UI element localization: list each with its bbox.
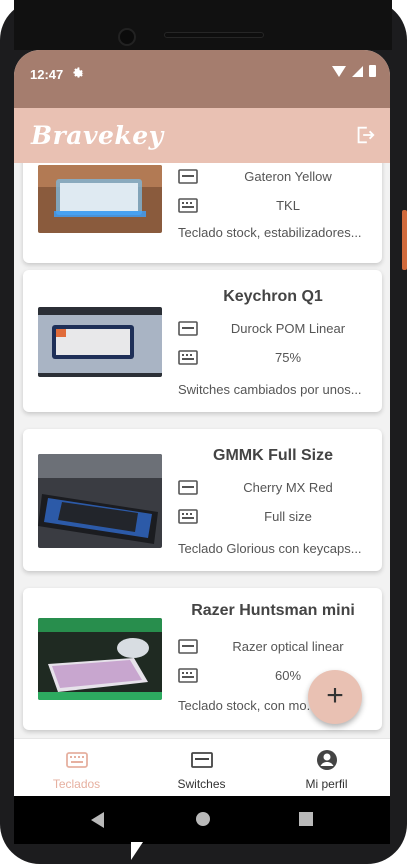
app-title: Bravekey: [31, 121, 164, 150]
switch-row: Gateron Yellow: [178, 167, 373, 187]
app-bar: Bravekey: [14, 108, 390, 163]
switch-row: Cherry MX Red: [178, 478, 373, 498]
home-icon[interactable]: [196, 812, 210, 826]
nav-item-switches[interactable]: Switches: [139, 739, 264, 796]
keyboard-photo: [38, 618, 162, 700]
keyboard-photo: [38, 165, 162, 233]
keyboard-description: Teclado Glorious con keycaps...: [178, 541, 362, 556]
switch-name: Gateron Yellow: [244, 169, 332, 184]
keyboard-list[interactable]: Gateron Yellow TKL Teclado stock, estabi…: [14, 163, 390, 738]
account-icon: [316, 749, 338, 771]
switch-card-icon: [178, 639, 198, 654]
status-time: 12:47: [30, 67, 64, 82]
switch-card-icon: [178, 321, 198, 336]
front-camera: [118, 28, 136, 46]
switch-name: Durock POM Linear: [230, 321, 346, 336]
status-bar: 12:47: [14, 50, 390, 108]
switch-card-icon: [191, 749, 213, 771]
keyboard-card[interactable]: Gateron Yellow TKL Teclado stock, estabi…: [23, 163, 382, 263]
signal-icon: [352, 65, 363, 77]
switch-name: Cherry MX Red: [243, 480, 333, 495]
nav-label-teclados: Teclados: [52, 777, 101, 791]
keyboard-size: 75%: [274, 350, 302, 365]
keyboard-name: Razer Huntsman mini: [191, 602, 355, 619]
switch-row: Razer optical linear: [178, 637, 373, 657]
keyboard-photo: [38, 307, 162, 377]
keyboard-icon: [178, 350, 198, 365]
device-top-bezel: [14, 0, 392, 50]
app-screen: 12:47 Bravekey Gateron Yellow TKL Teclad…: [14, 50, 390, 796]
keyboard-icon: [178, 509, 198, 524]
keyboard-card[interactable]: Keychron Q1 Durock POM Linear 75% Switch…: [23, 270, 382, 412]
keyboard-name: Keychron Q1: [223, 288, 323, 305]
gear-icon: [72, 66, 85, 82]
bottom-navigation: Teclados Switches Mi perfil: [14, 738, 390, 796]
add-keyboard-button[interactable]: +: [308, 670, 362, 724]
back-icon[interactable]: [91, 812, 104, 828]
size-row: 75%: [178, 348, 373, 368]
keyboard-icon: [66, 749, 88, 771]
nav-label-mi-perfil: Mi perfil: [305, 777, 348, 791]
keyboard-card[interactable]: GMMK Full Size Cherry MX Red Full size T…: [23, 429, 382, 571]
mouse-cursor-icon: [131, 842, 143, 860]
keyboard-description: Teclado stock, estabilizadores...: [178, 225, 362, 240]
nav-item-mi-perfil[interactable]: Mi perfil: [264, 739, 389, 796]
status-indicators: [332, 65, 376, 77]
switch-card-icon: [178, 169, 198, 184]
system-navigation-bar: [14, 796, 390, 844]
wifi-icon: [332, 65, 346, 77]
recents-icon[interactable]: [299, 812, 313, 826]
nav-label-switches: Switches: [177, 777, 226, 791]
keyboard-icon: [178, 668, 198, 683]
switch-name: Razer optical linear: [232, 639, 344, 654]
battery-icon: [369, 65, 376, 77]
power-button: [402, 210, 407, 270]
size-row: TKL: [178, 196, 373, 216]
switch-card-icon: [178, 480, 198, 495]
keyboard-photo: [38, 454, 162, 548]
logout-icon[interactable]: [354, 124, 376, 146]
nav-item-teclados[interactable]: Teclados: [14, 739, 139, 796]
switch-row: Durock POM Linear: [178, 319, 373, 339]
keyboard-icon: [178, 198, 198, 213]
device-frame: 12:47 Bravekey Gateron Yellow TKL Teclad…: [0, 0, 407, 864]
keyboard-name: GMMK Full Size: [213, 447, 333, 464]
size-row: Full size: [178, 507, 373, 527]
earpiece-speaker: [164, 32, 264, 38]
keyboard-size: Full size: [264, 509, 312, 524]
keyboard-size: TKL: [276, 198, 300, 213]
keyboard-description: Switches cambiados por unos...: [178, 382, 362, 397]
